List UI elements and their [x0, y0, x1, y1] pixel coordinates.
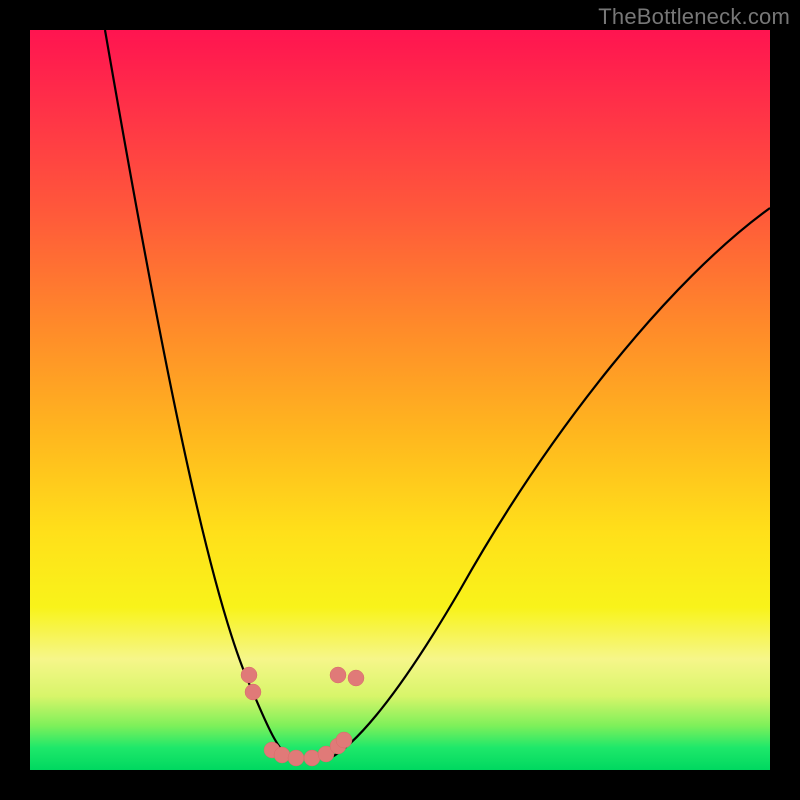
data-marker	[241, 667, 257, 683]
bottleneck-curve-left	[105, 30, 290, 758]
data-marker	[288, 750, 304, 766]
data-marker	[274, 747, 290, 763]
data-marker	[245, 684, 261, 700]
chart-frame: TheBottleneck.com	[0, 0, 800, 800]
data-marker	[348, 670, 364, 686]
curves-svg	[30, 30, 770, 770]
watermark-text: TheBottleneck.com	[598, 4, 790, 30]
bottleneck-curve-right	[330, 208, 770, 758]
data-marker	[304, 750, 320, 766]
data-marker	[330, 667, 346, 683]
plot-area	[30, 30, 770, 770]
data-marker	[336, 732, 352, 748]
